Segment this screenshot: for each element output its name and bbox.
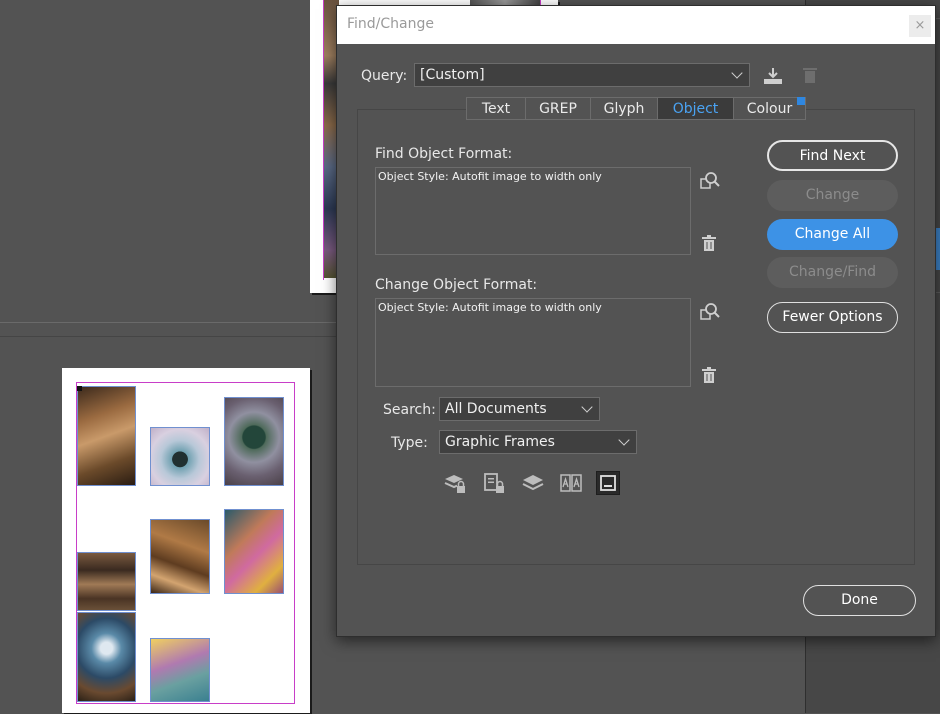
include-locked-objects-icon[interactable]: [482, 471, 506, 495]
include-footnotes-button[interactable]: [596, 471, 620, 495]
include-master-pages-icon[interactable]: [559, 471, 583, 495]
type-label: Type:: [391, 435, 428, 451]
tab-indicator-badge: [797, 97, 805, 105]
image-frame[interactable]: [224, 397, 284, 486]
delete-query-icon[interactable]: [802, 66, 818, 84]
chevron-down-icon: [581, 401, 593, 413]
specify-find-format-icon[interactable]: [699, 170, 721, 192]
include-hidden-layers-icon[interactable]: [521, 471, 545, 495]
find-change-dialog: Find/Change × Query: [Custom] Text GREP …: [336, 5, 936, 637]
image-frame[interactable]: [77, 552, 136, 611]
image-frame[interactable]: [150, 427, 210, 486]
include-locked-layers-icon[interactable]: [443, 471, 467, 495]
fewer-options-button[interactable]: Fewer Options: [767, 302, 898, 333]
query-value: [Custom]: [420, 67, 485, 83]
clear-change-format-icon[interactable]: [701, 367, 717, 384]
type-dropdown[interactable]: Graphic Frames: [439, 430, 637, 454]
button-label: Change: [805, 187, 860, 203]
tab-object[interactable]: Object: [657, 97, 733, 120]
save-query-icon[interactable]: [762, 66, 784, 86]
close-button[interactable]: ×: [909, 15, 931, 37]
frame-handle: [77, 386, 82, 391]
tab-text[interactable]: Text: [466, 97, 525, 120]
tab-label: Glyph: [603, 101, 645, 117]
find-next-button[interactable]: Find Next: [767, 140, 898, 171]
button-label: Find Next: [799, 148, 866, 164]
image-frame[interactable]: [150, 638, 210, 702]
tab-glyph[interactable]: Glyph: [590, 97, 657, 120]
dialog-titlebar[interactable]: Find/Change ×: [337, 6, 935, 44]
tab-grep[interactable]: GREP: [525, 97, 590, 120]
find-format-box[interactable]: Object Style: Autofit image to width onl…: [375, 167, 691, 255]
change-format-label: Change Object Format:: [375, 277, 538, 293]
button-label: Done: [841, 592, 878, 608]
tab-label: Object: [672, 101, 719, 117]
dialog-title: Find/Change: [347, 16, 435, 32]
clear-find-format-icon[interactable]: [701, 235, 717, 252]
button-label: Fewer Options: [782, 309, 883, 325]
search-value: All Documents: [445, 401, 547, 417]
change-format-value: Object Style: Autofit image to width onl…: [378, 301, 602, 314]
type-value: Graphic Frames: [445, 434, 555, 450]
include-footnotes-icon: [600, 475, 616, 491]
change-button[interactable]: Change: [767, 180, 898, 211]
image-frame[interactable]: [224, 509, 284, 594]
query-label: Query:: [361, 68, 408, 84]
tab-bar: Text GREP Glyph Object Colour: [466, 97, 806, 121]
margin-guide: [323, 0, 324, 280]
chevron-down-icon: [618, 434, 630, 446]
query-dropdown[interactable]: [Custom]: [414, 63, 750, 87]
tab-label: Colour: [746, 101, 793, 117]
document-page-bottom[interactable]: [62, 368, 310, 713]
search-label: Search:: [383, 402, 436, 418]
close-icon: ×: [914, 18, 926, 33]
tab-colour[interactable]: Colour: [733, 97, 806, 120]
image-frame[interactable]: [150, 519, 210, 594]
image-frame[interactable]: [77, 386, 136, 486]
find-format-value: Object Style: Autofit image to width onl…: [378, 170, 602, 183]
chevron-down-icon: [731, 67, 743, 79]
button-label: Change All: [794, 226, 871, 242]
search-dropdown[interactable]: All Documents: [439, 397, 600, 421]
button-label: Change/Find: [788, 264, 876, 280]
specify-change-format-icon[interactable]: [699, 301, 721, 323]
tab-label: Text: [481, 101, 511, 117]
image-frame[interactable]: [77, 612, 136, 702]
done-button[interactable]: Done: [803, 585, 916, 616]
find-format-label: Find Object Format:: [375, 146, 513, 162]
change-all-button[interactable]: Change All: [767, 219, 898, 250]
change-find-button[interactable]: Change/Find: [767, 257, 898, 288]
tab-label: GREP: [539, 101, 577, 117]
change-format-box[interactable]: Object Style: Autofit image to width onl…: [375, 298, 691, 387]
